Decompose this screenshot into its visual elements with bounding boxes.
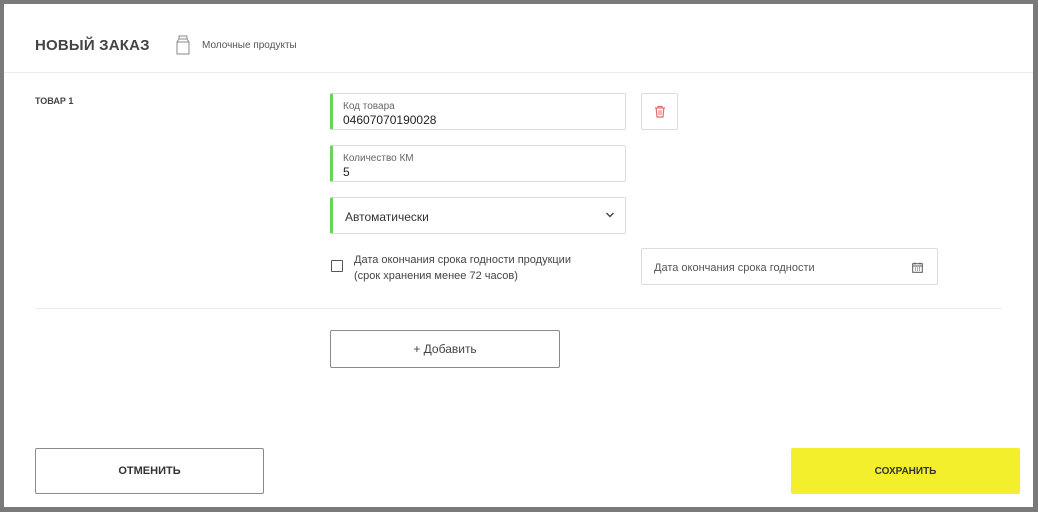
category-label: Молочные продукты	[202, 39, 297, 51]
expiry-checkbox-label-line1: Дата окончания срока годности продукции	[354, 254, 571, 266]
calendar-icon[interactable]	[912, 262, 923, 273]
product-code-label: Код товара	[343, 101, 395, 112]
milk-carton-icon	[176, 35, 190, 55]
page-title: НОВЫЙ ЗАКАЗ	[35, 37, 150, 54]
chevron-down-icon	[606, 212, 614, 218]
expiry-checkbox[interactable]	[331, 260, 343, 272]
trash-icon	[655, 105, 665, 118]
divider	[35, 308, 1002, 309]
add-item-button[interactable]: + Добавить	[330, 330, 560, 368]
quantity-label: Количество КМ	[343, 153, 414, 164]
category: Молочные продукты	[176, 35, 297, 55]
form-header: НОВЫЙ ЗАКАЗ Молочные продукты	[4, 4, 1033, 73]
item-label: ТОВАР 1	[35, 96, 74, 106]
expiry-date-placeholder: Дата окончания срока годности	[654, 262, 815, 274]
product-code-value[interactable]: 04607070190028	[343, 113, 436, 127]
expiry-checkbox-label: Дата окончания срока годности продукции …	[354, 252, 614, 284]
product-code-field[interactable]: Код товара 04607070190028	[330, 93, 626, 130]
mode-select-value: Автоматически	[345, 210, 429, 224]
mode-select[interactable]: Автоматически	[330, 197, 626, 234]
expiry-date-input[interactable]: Дата окончания срока годности	[641, 248, 938, 285]
cancel-button[interactable]: ОТМЕНИТЬ	[35, 448, 264, 494]
quantity-field[interactable]: Количество КМ 5	[330, 145, 626, 182]
expiry-checkbox-label-line2: (срок хранения менее 72 часов)	[354, 270, 518, 282]
quantity-value[interactable]: 5	[343, 165, 350, 179]
delete-item-button[interactable]	[641, 93, 678, 130]
order-form: НОВЫЙ ЗАКАЗ Молочные продукты ТОВАР 1 Ко…	[4, 4, 1033, 507]
save-button[interactable]: СОХРАНИТЬ	[791, 448, 1020, 494]
